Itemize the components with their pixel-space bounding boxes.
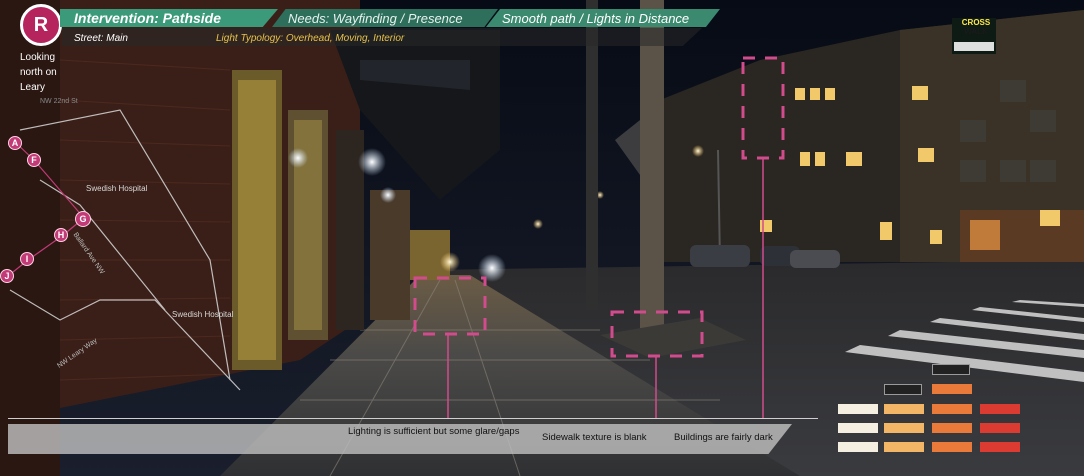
sign-line-2: WALK bbox=[964, 27, 988, 36]
route-badge: R bbox=[20, 4, 62, 46]
light-typology-label: Light Typology: Overhead, Moving, Interi… bbox=[216, 33, 405, 44]
map-marker-a[interactable]: A bbox=[8, 136, 22, 150]
map-label-hospital-2: Swedish Hospital bbox=[172, 310, 234, 319]
legend-swatch bbox=[838, 423, 878, 433]
crosswalk-sign: CROSS WALK bbox=[958, 18, 994, 36]
map-label-22nd: NW 22nd St bbox=[40, 98, 78, 105]
caption-texture: Sidewalk texture is blank bbox=[542, 432, 647, 443]
summary-label: Smooth path / Lights in Distance bbox=[486, 9, 720, 27]
legend-swatch bbox=[884, 423, 924, 433]
legend-swatch bbox=[980, 442, 1020, 452]
map-label-hospital-1: Swedish Hospital bbox=[86, 184, 148, 193]
looking-direction: Looking north on Leary bbox=[20, 52, 57, 93]
street-label: Street: Main bbox=[74, 33, 128, 44]
legend-swatch bbox=[980, 423, 1020, 433]
caption-lighting: Lighting is sufficient but some glare/ga… bbox=[348, 426, 520, 437]
legend-swatch bbox=[932, 404, 972, 414]
legend-swatch bbox=[884, 442, 924, 452]
screenshot-stage: { "header": { "badge_letter": "R", "inte… bbox=[0, 0, 1084, 476]
needs-label: Needs: Wayfinding / Presence bbox=[272, 9, 498, 27]
map-marker-h[interactable]: H bbox=[54, 228, 68, 242]
legend-swatch bbox=[980, 404, 1020, 414]
map-marker-j[interactable]: J bbox=[0, 269, 14, 283]
map-marker-i[interactable]: I bbox=[20, 252, 34, 266]
caption-buildings: Buildings are fairly dark bbox=[674, 432, 773, 443]
caption-rule bbox=[8, 418, 818, 419]
legend-swatch bbox=[884, 404, 924, 414]
map-marker-f[interactable]: F bbox=[27, 153, 41, 167]
sign-line-1: CROSS bbox=[961, 18, 991, 27]
legend-header-box bbox=[932, 364, 970, 375]
legend-swatch bbox=[932, 442, 972, 452]
legend-swatch bbox=[884, 384, 924, 394]
legend-swatch bbox=[838, 442, 878, 452]
legend-swatch bbox=[932, 423, 972, 433]
rating-legend bbox=[830, 360, 1030, 470]
legend-swatch bbox=[932, 384, 972, 394]
intervention-title: Intervention: Pathside bbox=[60, 9, 278, 27]
legend-swatch bbox=[838, 404, 878, 414]
map-marker-g[interactable]: G bbox=[75, 211, 91, 227]
